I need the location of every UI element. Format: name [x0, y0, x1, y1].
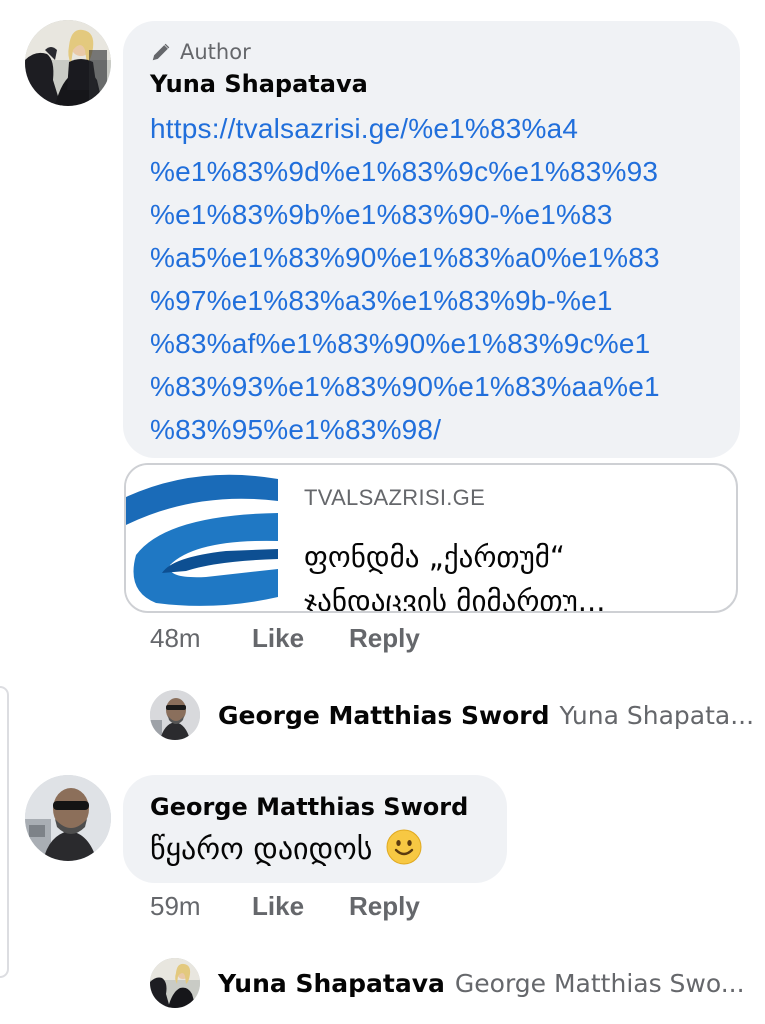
comment-text-body: წყარო დაიდოს	[150, 832, 373, 867]
link-line[interactable]: %e1%83%9d%e1%83%9c%e1%83%93	[150, 150, 740, 193]
link-preview-thumbnail	[126, 465, 278, 611]
yuna-avatar[interactable]	[25, 20, 111, 106]
like-button[interactable]: Like	[252, 891, 349, 922]
comment-bubble-george[interactable]: George Matthias Sword წყარო დაიდოს	[123, 775, 507, 883]
link-line[interactable]: %e1%83%9b%e1%83%90-%e1%83	[150, 193, 740, 236]
comment-author-name[interactable]: Yuna Shapatava	[150, 67, 740, 101]
reply-button[interactable]: Reply	[349, 891, 420, 922]
reply-preview-author[interactable]: George Matthias Sword	[218, 701, 550, 730]
comment-bubble-yuna[interactable]: Author Yuna Shapatava https://tvalsazris…	[123, 21, 740, 458]
link-line[interactable]: %97%e1%83%a3%e1%83%9b-%e1	[150, 279, 740, 322]
comment-actions-yuna: 48m Like Reply	[150, 620, 420, 656]
yuna-avatar-small[interactable]	[150, 958, 200, 1008]
reply-preview-snippet[interactable]: Yuna Shapata...	[560, 701, 755, 730]
comment-text: წყარო დაიდოს	[150, 828, 507, 872]
george-avatar[interactable]	[25, 775, 111, 861]
author-badge: Author	[150, 37, 740, 67]
link-preview-card[interactable]: TVALSAZRISI.GE ფონდმა „ქართუმ“ ჯანდაცვის…	[124, 463, 738, 613]
comment-timestamp[interactable]: 59m	[150, 891, 252, 922]
link-line[interactable]: %83%93%e1%83%90%e1%83%aa%e1	[150, 365, 740, 408]
reply-preview-yuna[interactable]: Yuna Shapatava George Matthias Swo...	[218, 957, 745, 1009]
yuna-avatar-photo	[25, 20, 111, 106]
link-preview-title: ფონდმა „ქართუმ“ ჯანდაცვის მიმართუ...	[304, 535, 724, 613]
reply-button[interactable]: Reply	[349, 623, 420, 654]
link-line[interactable]: https://tvalsazrisi.ge/%e1%83%a4	[150, 107, 740, 150]
george-avatar-small[interactable]	[150, 690, 200, 740]
george-avatar-photo	[150, 690, 200, 740]
comment-link[interactable]: https://tvalsazrisi.ge/%e1%83%a4 %e1%83%…	[150, 107, 740, 451]
link-preview-title-line: ჯანდაცვის მიმართუ...	[304, 584, 606, 613]
link-preview-domain: TVALSAZRISI.GE	[304, 485, 486, 510]
thread-connector-line	[0, 686, 9, 978]
comment-timestamp[interactable]: 48m	[150, 623, 252, 654]
comment-author-name[interactable]: George Matthias Sword	[150, 790, 507, 824]
reply-preview-snippet[interactable]: George Matthias Swo...	[455, 969, 745, 998]
link-preview-title-line: ფონდმა „ქართუმ“	[304, 540, 565, 574]
comment-actions-george: 59m Like Reply	[150, 888, 420, 924]
yuna-avatar-photo-small	[150, 958, 200, 1008]
link-line[interactable]: %a5%e1%83%90%e1%83%a0%e1%83	[150, 236, 740, 279]
tvalsazrisi-logo-image	[126, 465, 278, 611]
link-line[interactable]: %83%95%e1%83%98/	[150, 408, 740, 451]
link-line[interactable]: %83%af%e1%83%90%e1%83%9c%e1	[150, 322, 740, 365]
pencil-icon	[152, 43, 170, 61]
like-button[interactable]: Like	[252, 623, 349, 654]
reply-preview-author[interactable]: Yuna Shapatava	[218, 969, 445, 998]
smiling-face-emoji-icon	[386, 829, 422, 865]
reply-preview-george[interactable]: George Matthias Sword Yuna Shapata...	[218, 689, 754, 741]
george-avatar-photo-large	[25, 775, 111, 861]
author-badge-label: Author	[180, 40, 251, 64]
